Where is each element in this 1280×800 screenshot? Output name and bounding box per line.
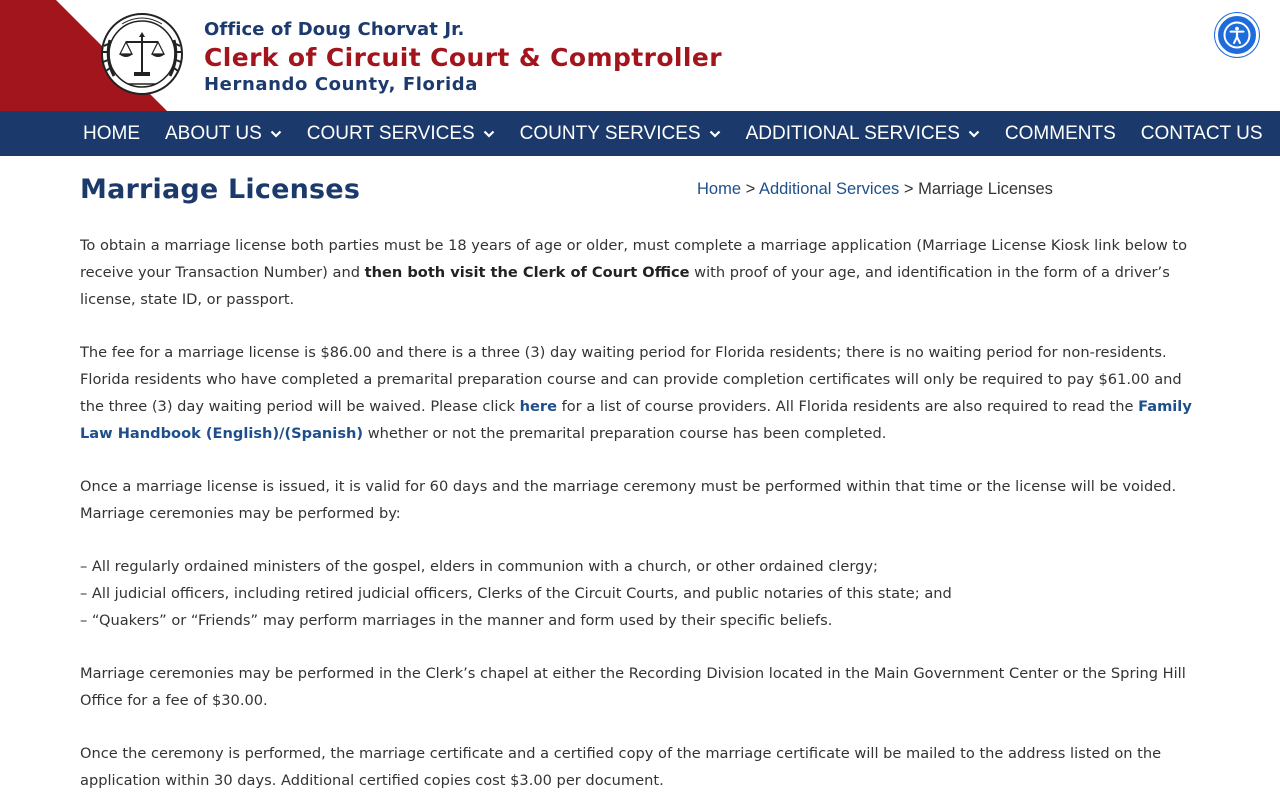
accessibility-icon bbox=[1223, 21, 1251, 49]
nav-county-label: COUNTY SERVICES bbox=[519, 122, 701, 144]
nav-about-label: ABOUT US bbox=[165, 122, 262, 144]
nav-home[interactable]: HOME bbox=[83, 111, 140, 156]
nav-contact-us[interactable]: CONTACT US bbox=[1141, 111, 1263, 156]
nav-court-label: COURT SERVICES bbox=[306, 122, 475, 144]
breadcrumb-current: Marriage Licenses bbox=[918, 180, 1053, 198]
list-item: – All regularly ordained ministers of th… bbox=[80, 558, 878, 575]
eligibility-paragraph: To obtain a marriage license both partie… bbox=[80, 232, 1205, 313]
visit-office-emphasis: then both visit the Clerk of Court Offic… bbox=[364, 264, 690, 281]
site-title[interactable]: Clerk of Circuit Court & Comptroller bbox=[204, 42, 722, 74]
main-navigation: HOME ABOUT US COURT SERVICES COUNTY SERV… bbox=[0, 111, 1280, 156]
nav-about-us[interactable]: ABOUT US bbox=[165, 111, 282, 156]
county-name: Hernando County, Florida bbox=[204, 74, 479, 95]
office-name: Office of Doug Chorvat Jr. bbox=[204, 19, 465, 40]
site-branding: Office of Doug Chorvat Jr. Clerk of Circ… bbox=[204, 18, 722, 96]
nav-comments[interactable]: COMMENTS bbox=[1005, 111, 1116, 156]
fee-text-end: whether or not the premarital preparatio… bbox=[363, 425, 887, 442]
clerk-seal-logo[interactable] bbox=[100, 10, 184, 100]
chevron-down-icon bbox=[709, 130, 720, 138]
officiant-list: – All regularly ordained ministers of th… bbox=[80, 553, 1205, 634]
nav-comments-label: COMMENTS bbox=[1004, 122, 1116, 144]
chevron-down-icon bbox=[270, 130, 282, 138]
breadcrumb-separator: > bbox=[903, 180, 914, 198]
breadcrumb: Home > Additional Services > Marriage Li… bbox=[697, 179, 1053, 199]
course-providers-link[interactable]: here bbox=[520, 398, 557, 415]
fee-paragraph: The fee for a marriage license is $86.00… bbox=[80, 339, 1205, 447]
page-title: Marriage Licenses bbox=[80, 174, 361, 205]
certificate-paragraph: Once the ceremony is performed, the marr… bbox=[80, 745, 1162, 789]
list-item: – “Quakers” or “Friends” may perform mar… bbox=[80, 612, 833, 629]
breadcrumb-separator: > bbox=[745, 180, 756, 198]
accessibility-button[interactable] bbox=[1215, 13, 1259, 57]
validity-paragraph: Once a marriage license is issued, it is… bbox=[80, 478, 1177, 522]
main-content: To obtain a marriage license both partie… bbox=[80, 232, 1205, 800]
nav-additional-label: ADDITIONAL SERVICES bbox=[745, 122, 960, 144]
chapel-paragraph: Marriage ceremonies may be performed in … bbox=[80, 665, 1186, 709]
nav-home-label: HOME bbox=[83, 122, 140, 144]
chevron-down-icon bbox=[968, 130, 980, 138]
fee-text-middle: for a list of course providers. All Flor… bbox=[556, 398, 1139, 415]
nav-county-services[interactable]: COUNTY SERVICES bbox=[520, 111, 721, 156]
chevron-down-icon bbox=[483, 130, 494, 138]
nav-contact-label: CONTACT US bbox=[1140, 122, 1263, 144]
breadcrumb-home-link[interactable]: Home bbox=[697, 180, 741, 198]
breadcrumb-additional-services-link[interactable]: Additional Services bbox=[759, 180, 899, 198]
nav-court-services[interactable]: COURT SERVICES bbox=[307, 111, 495, 156]
site-header: Office of Doug Chorvat Jr. Clerk of Circ… bbox=[0, 0, 1280, 111]
nav-menu: HOME ABOUT US COURT SERVICES COUNTY SERV… bbox=[83, 111, 1263, 156]
nav-additional-services[interactable]: ADDITIONAL SERVICES bbox=[746, 111, 980, 156]
list-item: – All judicial officers, including retir… bbox=[80, 585, 952, 602]
